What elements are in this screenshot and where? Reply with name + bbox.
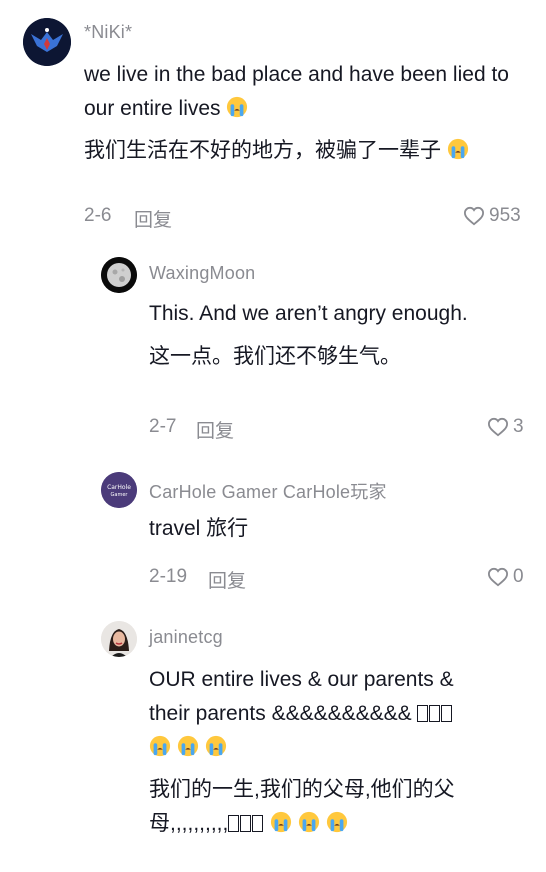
comment-date: 2-6: [84, 205, 112, 226]
comment-date: 2-7: [149, 416, 177, 437]
loudly-crying-face-icon: [298, 811, 320, 833]
comment-text-zh: 我们的一生,我们的父母,他们的父 母,,,,,,,,,,: [149, 773, 529, 841]
like-count: 3: [513, 416, 524, 437]
missing-glyph-icon: [417, 705, 429, 722]
comment-text-en: we live in the bad place and have been l…: [84, 63, 509, 120]
username[interactable]: *NiKi*: [84, 22, 132, 43]
comment-text-zh: 我们生活在不好的地方，被骗了一辈子: [84, 134, 514, 168]
loudly-crying-face-icon: [149, 735, 171, 757]
comment-text-zh-line-2: 母,,,,,,,,,,: [149, 807, 529, 841]
missing-glyph-icon: [441, 705, 453, 722]
loudly-crying-face-icon: [271, 811, 292, 833]
username[interactable]: janinetcg: [149, 627, 223, 648]
reply-button[interactable]: 回复: [196, 416, 234, 443]
comment-text-zh: 这一点。我们还不够生气。: [149, 345, 401, 368]
woman-portrait-icon: [101, 621, 137, 657]
comment-text: travel 旅行: [149, 517, 249, 540]
missing-glyph-icon: [252, 815, 264, 832]
avatar[interactable]: CarHole Gamer: [101, 472, 137, 508]
loudly-crying-face-icon: [177, 735, 198, 757]
comment-text-en-line-1: OUR entire lives & our parents &: [149, 668, 454, 691]
avatar-logo-subtext: Gamer: [111, 492, 129, 498]
avatar[interactable]: [101, 257, 137, 293]
loudly-crying-face-icon: [447, 138, 468, 160]
comment-text-zh-line-1: 我们的一生,我们的父母,他们的父: [149, 778, 455, 801]
loudly-crying-face-icon: [205, 735, 226, 757]
comment-text-en: OUR entire lives & our parents & their p…: [149, 663, 529, 765]
comment-text-en-line-2: their parents &&&&&&&&&&: [149, 697, 529, 731]
loudly-crying-face-icon: [227, 96, 248, 118]
comment-date: 2-19: [149, 566, 188, 587]
avatar[interactable]: [101, 621, 137, 657]
winged-emblem-icon: [23, 18, 71, 66]
username[interactable]: CarHole Gamer CarHole玩家: [149, 478, 387, 504]
username[interactable]: WaxingMoon: [149, 263, 255, 284]
reply-button[interactable]: 回复: [208, 566, 246, 593]
like-button[interactable]: 953: [463, 205, 521, 227]
heart-icon: [463, 206, 485, 226]
avatar-logo-text: CarHole: [107, 484, 131, 491]
missing-glyph-icon: [228, 815, 240, 832]
like-button[interactable]: 0: [487, 566, 524, 588]
like-count: 953: [489, 205, 521, 226]
reply-button[interactable]: 回复: [134, 205, 172, 232]
heart-icon: [487, 417, 509, 437]
heart-icon: [487, 567, 509, 587]
avatar[interactable]: [23, 18, 71, 66]
comment-text-en: This. And we aren’t angry enough.: [149, 302, 468, 325]
like-count: 0: [513, 566, 524, 587]
missing-glyph-icon: [429, 705, 441, 722]
comment-emoji-row: [149, 731, 529, 765]
like-button[interactable]: 3: [487, 416, 524, 438]
carhole-logo-icon: CarHole Gamer: [101, 472, 137, 508]
loudly-crying-face-icon: [326, 811, 347, 833]
missing-glyph-icon: [240, 815, 252, 832]
moon-icon: [101, 257, 137, 293]
